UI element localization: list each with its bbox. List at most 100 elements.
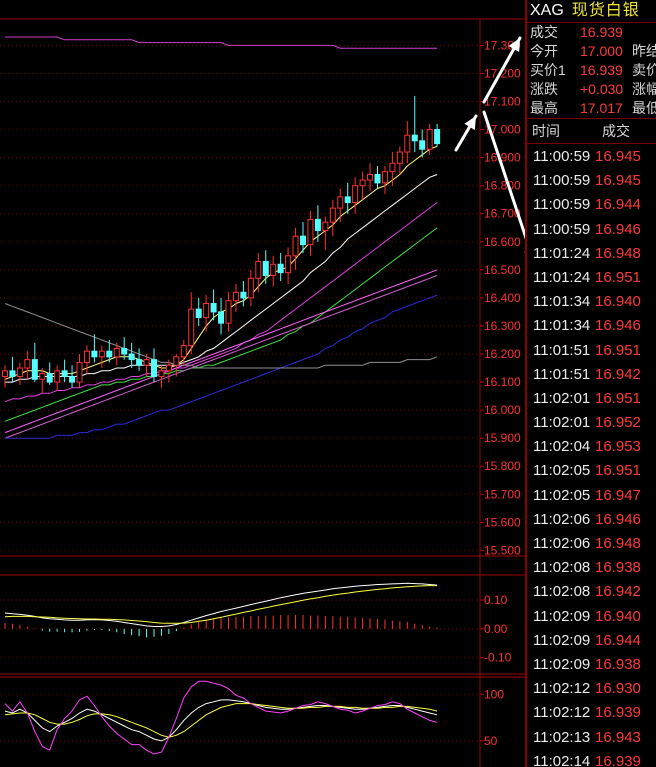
tick-row: 11:02:13 16.943 (527, 726, 656, 750)
candle-body (240, 291, 247, 299)
price-tick-label: 16.900 (484, 151, 521, 165)
tick-time: 11:01:24 (533, 244, 591, 262)
tick-price: 16.951 (595, 462, 641, 480)
price-tick-label: 16.300 (484, 319, 521, 333)
candle-body (69, 375, 76, 383)
macd-tick-label: -0.10 (484, 651, 512, 665)
tick-time: 11:02:09 (533, 655, 591, 673)
candle-body (113, 347, 120, 358)
tick-row: 11:02:05 16.947 (527, 484, 656, 508)
candle-body (396, 151, 403, 164)
candle-body (218, 311, 225, 324)
tick-time: 11:02:05 (533, 486, 591, 504)
tick-price: 16.938 (595, 655, 641, 673)
tick-time: 11:02:09 (533, 607, 591, 625)
candle-body (16, 367, 23, 377)
separator (527, 118, 656, 119)
candle-body (31, 359, 38, 380)
quote-label: 涨跌 (530, 81, 558, 97)
quote-label: 最高 (530, 100, 558, 116)
tick-row: 11:01:24 16.951 (527, 266, 656, 290)
tick-price: 16.945 (595, 148, 641, 165)
candle-body (314, 218, 321, 232)
tick-row: 11:02:09 16.938 (527, 653, 656, 677)
quote-label: 买价1 (530, 62, 566, 78)
candle-body (344, 196, 351, 204)
tick-row: 11:01:51 16.951 (527, 339, 656, 363)
candle-body (329, 207, 336, 223)
tick-time: 11:02:14 (533, 752, 591, 767)
tick-time: 11:02:09 (533, 631, 591, 649)
tick-price: 16.951 (595, 341, 641, 359)
tick-time: 11:02:01 (533, 414, 591, 432)
tick-price: 16.946 (595, 220, 641, 238)
tick-row: 11:00:59 16.945 (527, 145, 656, 169)
quote-row: 最高 17.017 最低 (527, 99, 656, 118)
candle-body (411, 134, 418, 142)
price-tick-label: 15.900 (484, 431, 521, 445)
candle-body (165, 364, 172, 372)
price-tick-label: 15.800 (484, 459, 521, 473)
tick-row: 11:01:34 16.940 (527, 290, 656, 314)
quote-label-2: 涨幅 (632, 81, 656, 97)
price-chart[interactable]: 17.30017.20017.10017.00016.90016.80016.7… (0, 0, 525, 767)
candle-body (143, 359, 150, 366)
tick-price: 16.948 (595, 244, 641, 262)
candle-body (359, 179, 366, 187)
tick-list[interactable]: 11:00:59 16.945 11:00:59 16.945 11:00:59 16.9… (527, 145, 656, 767)
grid-lines (0, 44, 480, 551)
candle-body (381, 171, 388, 184)
tick-row: 11:02:09 16.940 (527, 605, 656, 629)
tick-row: 11:01:24 16.948 (527, 242, 656, 266)
candle-body (151, 359, 157, 377)
candle-body (136, 359, 143, 366)
ma-line (5, 36, 438, 49)
candle-body (404, 134, 411, 153)
tick-price: 16.948 (595, 535, 641, 552)
tick-time: 11:02:08 (533, 583, 591, 601)
tick-time: 11:00:59 (533, 220, 591, 238)
candle-body (128, 353, 135, 361)
quote-value: +0.030 (580, 81, 624, 97)
tick-price: 16.942 (595, 365, 641, 383)
candle-body (367, 173, 374, 181)
ma-line (4, 269, 438, 434)
kdj-k-line (4, 699, 438, 742)
quote-row: 涨跌 +0.030 涨幅 (527, 80, 656, 99)
tick-time: 11:02:12 (533, 680, 591, 698)
tick-time: 11:02:01 (533, 389, 591, 407)
quote-label: 成交 (530, 24, 558, 40)
macd-tick-label: 0.10 (484, 593, 508, 607)
tick-row: 11:02:14 16.939 (527, 750, 656, 767)
tick-time: 11:02:04 (533, 438, 591, 456)
tick-price: 16.930 (595, 680, 641, 698)
macd-panel: 0.10 0.00 -0.10 (0, 582, 512, 665)
tick-row: 11:02:05 16.951 (527, 459, 656, 483)
tick-price: 16.940 (595, 607, 641, 625)
price-tick-label: 17.100 (484, 95, 521, 109)
tick-row: 11:00:59 16.944 (527, 193, 656, 217)
tick-price: 16.946 (595, 510, 641, 528)
candle-body (46, 373, 53, 383)
candle-body (54, 370, 61, 383)
tick-price: 16.940 (595, 293, 641, 311)
tick-row: 11:00:59 16.946 (527, 218, 656, 242)
tick-time: 11:00:59 (533, 148, 591, 165)
candle-body (61, 370, 68, 377)
quote-panel: XAG 现货白银 成交 16.939 今开 17.000 昨结 买价1 16.939 卖价 涨跌 +… (527, 0, 656, 767)
quote-value: 17.000 (580, 43, 623, 59)
tick-price: 16.951 (595, 268, 641, 286)
tick-row: 11:01:51 16.942 (527, 363, 656, 387)
candle-body (292, 235, 299, 257)
tick-time: 11:02:08 (533, 559, 591, 577)
candle-body (389, 162, 396, 173)
price-tick-label: 16.100 (484, 375, 521, 389)
quote-value: 16.939 (580, 24, 623, 40)
tick-row: 11:02:12 16.939 (527, 701, 656, 725)
quote-label-2: 昨结 (632, 43, 656, 59)
price-tick-label: 15.600 (484, 515, 521, 529)
kdj-d-line (4, 703, 438, 738)
candle-body (247, 277, 254, 299)
tick-price: 16.938 (595, 559, 641, 577)
candle-body (322, 221, 329, 232)
